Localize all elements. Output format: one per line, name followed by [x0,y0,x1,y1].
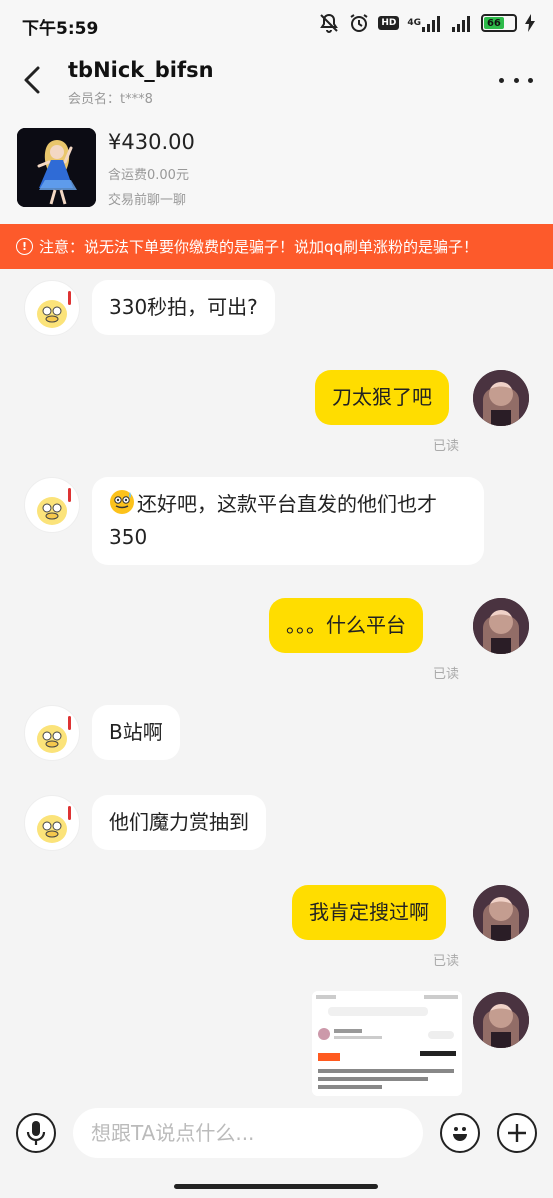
message-text: B站啊 [109,720,163,744]
status-icons: HD 4G 66 [318,12,535,34]
read-receipt: 已读 [433,667,460,682]
more-options-button[interactable] [499,70,533,90]
input-bar [0,1096,553,1168]
scam-warning-banner: ! 注意：说无法下单要你缴费的是骗子！说加qq刷单涨粉的是骗子！ [0,224,553,269]
message-bubble[interactable]: 他们魔力赏抽到 [92,795,266,850]
grimacing-sweat-emoji-icon [109,489,135,515]
read-receipt: 已读 [433,439,460,454]
message-text: 他们魔力赏抽到 [109,810,249,834]
battery-level: 66 [484,17,504,29]
message-text: 刀太狠了吧 [332,385,432,409]
message-input[interactable] [73,1108,423,1158]
battery-icon: 66 [481,12,517,34]
chat-prompt: 交易前聊一聊 [108,193,187,208]
member-name: 会员名：t***8 [68,92,153,107]
my-avatar[interactable] [473,885,529,941]
plus-icon [508,1124,526,1142]
contact-avatar[interactable] [24,705,80,761]
chat-header: tbNick_bifsn 会员名：t***8 [0,48,553,118]
warning-text: 注意：说无法下单要你缴费的是骗子！说加qq刷单涨粉的是骗子！ [39,238,479,256]
status-time: 下午5:59 [22,19,99,39]
chevron-left-icon [24,66,40,94]
shipping-fee: 含运费0.00元 [108,168,189,183]
back-button[interactable] [18,62,48,98]
message-text: 330秒拍，可出? [109,295,258,319]
image-message[interactable] [312,991,462,1096]
signal-icon [451,12,473,34]
hd-label: HD [378,16,400,30]
my-avatar[interactable] [473,598,529,654]
voice-button[interactable] [16,1113,56,1153]
message-bubble[interactable]: 我肯定搜过啊 [292,885,446,940]
more-actions-button[interactable] [497,1113,537,1153]
message-list[interactable]: 330秒拍，可出? 刀太狠了吧 已读 还好吧，这款平台直发的他们也才350 。。… [0,269,553,1096]
product-price: ¥430.00 [108,130,195,154]
contact-avatar[interactable] [24,280,80,336]
charging-icon [525,12,535,34]
screenshot-thumbnail-icon [312,991,462,1096]
home-indicator[interactable] [174,1184,378,1189]
mute-icon [318,12,340,34]
message-bubble[interactable]: B站啊 [92,705,180,760]
my-avatar[interactable] [473,370,529,426]
contact-avatar[interactable] [24,795,80,851]
contact-avatar[interactable] [24,477,80,533]
chat-title: tbNick_bifsn [68,58,214,82]
chat-page: 下午5:59 HD 4G 66 tbNick_bifsn 会员名：t***8 ¥… [0,0,553,1198]
message-text: 。。。什么平台 [286,613,406,637]
my-avatar[interactable] [473,992,529,1048]
message-bubble[interactable]: 还好吧，这款平台直发的他们也才350 [92,477,484,565]
smiley-icon [453,1127,467,1141]
message-bubble[interactable]: 330秒拍，可出? [92,280,275,335]
signal-icon: 4G [407,12,443,34]
message-bubble[interactable]: 刀太狠了吧 [315,370,449,425]
hd-icon: HD [378,12,400,34]
exclamation-icon: ! [16,238,33,255]
emoji-button[interactable] [440,1113,480,1153]
read-receipt: 已读 [433,954,460,969]
product-card[interactable]: ¥430.00 含运费0.00元 交易前聊一聊 [0,118,553,224]
product-image[interactable] [17,128,96,207]
status-bar: 下午5:59 HD 4G 66 [0,0,553,48]
message-text: 我肯定搜过啊 [309,900,429,924]
message-text: 还好吧，这款平台直发的他们也才350 [109,492,437,549]
microphone-icon [26,1121,46,1145]
alarm-icon [348,12,370,34]
network-label: 4G [407,17,421,28]
message-bubble[interactable]: 。。。什么平台 [269,598,423,653]
